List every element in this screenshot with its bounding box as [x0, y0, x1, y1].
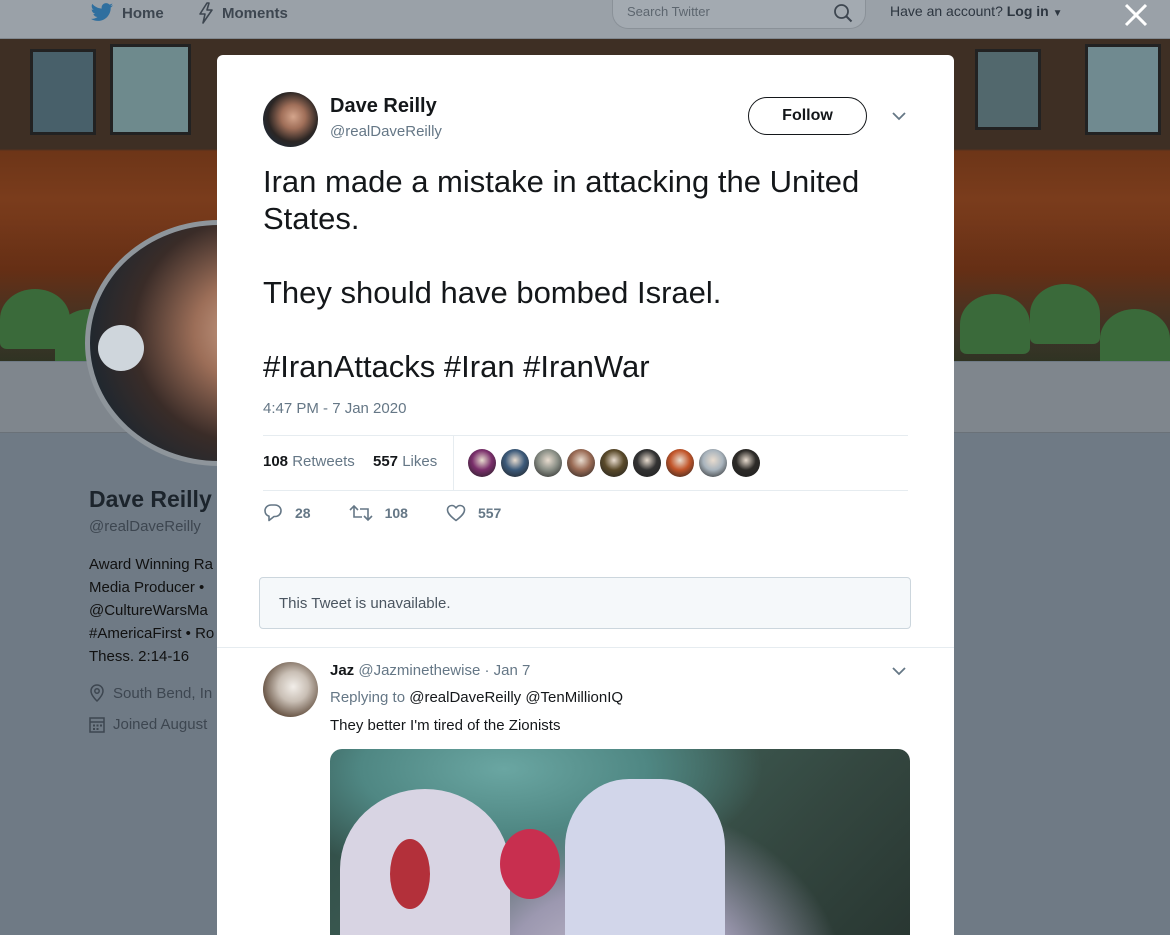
retweet-button[interactable]: 108	[349, 503, 408, 522]
likes-label: Likes	[402, 453, 438, 470]
tweet-text-line: They should have bombed Israel.	[263, 275, 722, 310]
image-shape	[390, 839, 430, 909]
replying-to-users[interactable]: @realDaveReilly @TenMillionIQ	[409, 689, 623, 706]
profile-handle: @realDaveReilly	[89, 518, 201, 535]
heart-icon	[446, 504, 466, 521]
unavailable-tweet-notice: This Tweet is unavailable.	[259, 577, 911, 629]
banner-painting	[110, 44, 191, 135]
banner-figure	[1100, 309, 1170, 361]
like-count: 557	[477, 504, 502, 521]
avatar-background-disc	[98, 325, 144, 371]
reply-icon	[264, 504, 282, 522]
tweet-stats: 108 Retweets 557 Likes	[263, 435, 908, 491]
retweets-stat[interactable]: 108 Retweets	[263, 453, 355, 470]
tweet-text: Iran made a mistake in attacking the Uni…	[263, 163, 913, 385]
top-navigation-bar: Home Moments Search Twitter Have an acco…	[0, 0, 1170, 39]
profile-location: South Bend, In	[89, 684, 212, 702]
banner-painting	[975, 49, 1041, 130]
image-shape	[500, 829, 560, 899]
liker-avatar[interactable]	[699, 449, 727, 477]
profile-joined: Joined August	[89, 716, 207, 733]
divider	[217, 647, 954, 648]
chevron-down-icon[interactable]	[892, 111, 906, 121]
retweet-count: 108	[384, 504, 408, 521]
tweet-author-name[interactable]: Dave Reilly	[330, 95, 437, 118]
login-link[interactable]: Log in	[1007, 3, 1049, 19]
tweet-actions: 28 108 557	[263, 503, 539, 522]
liker-avatar[interactable]	[501, 449, 529, 477]
image-shape	[565, 779, 725, 935]
likes-count: 557	[373, 453, 399, 470]
close-icon[interactable]	[1123, 2, 1149, 28]
replying-to: Replying to @realDaveReilly @TenMillionI…	[330, 689, 623, 706]
banner-figure	[1030, 284, 1100, 344]
liker-avatars	[468, 449, 760, 477]
search-placeholder: Search Twitter	[627, 4, 710, 19]
profile-location-text: South Bend, In	[113, 684, 213, 702]
reply-date[interactable]: · Jan 7	[484, 662, 530, 679]
like-button[interactable]: 557	[446, 503, 501, 522]
liker-avatar[interactable]	[600, 449, 628, 477]
nav-moments-label: Moments	[222, 4, 288, 22]
retweet-icon	[349, 504, 373, 521]
liker-avatar[interactable]	[567, 449, 595, 477]
liker-avatar[interactable]	[633, 449, 661, 477]
tweet-hashtags[interactable]: #IranAttacks #Iran #IranWar	[263, 348, 913, 385]
retweets-count: 108	[263, 453, 289, 470]
banner-painting	[30, 49, 96, 135]
liker-avatar[interactable]	[468, 449, 496, 477]
liker-avatar[interactable]	[732, 449, 760, 477]
banner-painting	[1085, 44, 1161, 135]
search-input[interactable]: Search Twitter	[612, 0, 866, 29]
liker-avatar[interactable]	[666, 449, 694, 477]
stats-divider	[453, 436, 454, 490]
reply-count: 28	[295, 504, 311, 521]
reply-author-handle[interactable]: @Jazminethewise	[358, 662, 480, 679]
twitter-bird-icon	[91, 3, 113, 21]
tweet-author-avatar[interactable]	[263, 92, 318, 147]
nav-moments[interactable]: Moments	[198, 0, 288, 26]
chevron-down-icon[interactable]: ▼	[1053, 8, 1063, 19]
location-pin-icon	[90, 684, 104, 702]
reply-button[interactable]: 28	[263, 503, 311, 522]
likes-stat[interactable]: 557 Likes	[373, 453, 437, 470]
tweet-modal: Dave Reilly @realDaveReilly Follow Iran …	[217, 55, 954, 935]
liker-avatar[interactable]	[534, 449, 562, 477]
profile-bio: Award Winning Ra Media Producer • @Cultu…	[89, 556, 215, 665]
lightning-icon	[199, 2, 213, 24]
nav-home[interactable]: Home	[90, 0, 164, 26]
reply-header: Jaz @Jazminethewise · Jan 7	[330, 662, 530, 679]
nav-home-label: Home	[122, 4, 164, 22]
banner-figure	[960, 294, 1030, 354]
tweet-author-handle[interactable]: @realDaveReilly	[330, 123, 442, 140]
tweet-timestamp[interactable]: 4:47 PM - 7 Jan 2020	[263, 400, 406, 417]
search-icon[interactable]	[833, 3, 853, 23]
reply-author-avatar[interactable]	[263, 662, 318, 717]
calendar-icon	[89, 717, 105, 733]
reply-media-image[interactable]	[330, 749, 910, 935]
reply-text: They better I'm tired of the Zionists	[330, 717, 561, 734]
account-prompt-text: Have an account?	[890, 3, 1003, 19]
tweet-text-line: Iran made a mistake in attacking the Uni…	[263, 164, 860, 236]
replying-to-label: Replying to	[330, 689, 406, 706]
account-prompt: Have an account? Log in ▼	[890, 3, 1063, 19]
profile-name: Dave Reilly	[89, 486, 212, 512]
profile-joined-text: Joined August	[113, 716, 208, 733]
follow-button[interactable]: Follow	[748, 97, 867, 135]
chevron-down-icon[interactable]	[892, 666, 906, 676]
reply-author-name[interactable]: Jaz	[330, 662, 354, 679]
retweets-label: Retweets	[292, 453, 355, 470]
